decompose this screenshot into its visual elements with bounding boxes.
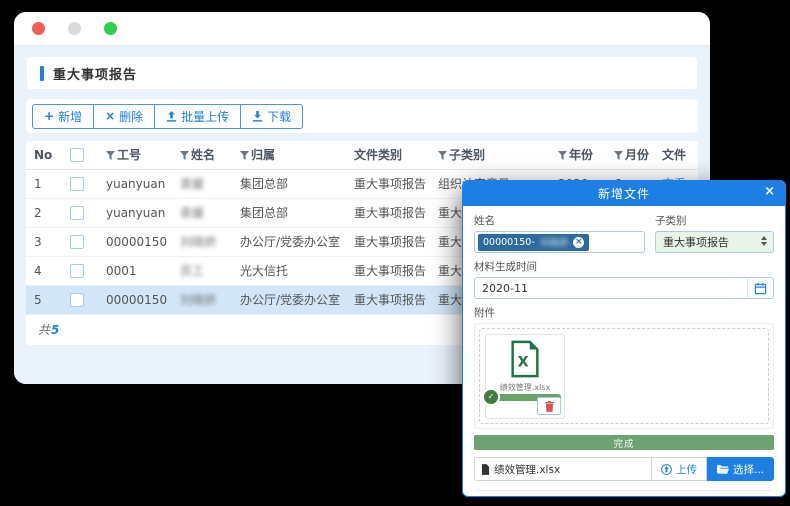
remove-tag-icon[interactable]: × — [573, 237, 584, 248]
choose-file-button[interactable]: 选择... — [707, 457, 774, 481]
modal-body: 姓名 00000150-刘晓娇 × 子类别 重大事项报告 材料生成时间 — [463, 206, 785, 497]
table-header-row: No 工号 姓名 归属 文件类别 子类别 年份 月份 文件 — [26, 141, 698, 169]
close-icon[interactable]: × — [764, 185, 776, 198]
modal-header[interactable]: 新增文件 × — [463, 181, 785, 206]
filter-icon — [614, 149, 623, 163]
toolbar-button-group: + 新增 × 删除 批量上传 下载 — [32, 104, 303, 129]
uploaded-file-card: X 绩效管理.xlsx (14.58 KB) ✓ — [485, 334, 565, 419]
document-icon — [481, 464, 490, 475]
col-month[interactable]: 月份 — [606, 141, 654, 169]
title-accent-bar — [40, 66, 44, 81]
check-badge-icon: ✓ — [484, 390, 498, 404]
delete-button[interactable]: × 删除 — [93, 104, 155, 129]
employee-name: 刘晓娇 — [180, 235, 216, 249]
add-button[interactable]: + 新增 — [32, 104, 94, 129]
window-titlebar — [14, 12, 710, 46]
subcategory-select[interactable]: 重大事项报告 — [655, 231, 774, 253]
col-emp-id[interactable]: 工号 — [98, 141, 172, 169]
download-icon — [252, 111, 263, 122]
name-input[interactable]: 00000150-刘晓娇 × — [474, 231, 645, 253]
name-field-label: 姓名 — [474, 213, 645, 228]
filter-icon — [438, 149, 447, 163]
modal-title: 新增文件 — [598, 185, 650, 202]
add-file-modal: 新增文件 × 姓名 00000150-刘晓娇 × 子类别 重大事项报告 — [462, 180, 786, 497]
attachment-field-label: 附件 — [474, 305, 774, 320]
col-name[interactable]: 姓名 — [172, 141, 232, 169]
svg-text:X: X — [518, 355, 529, 371]
upload-circle-icon — [661, 464, 672, 475]
col-subcategory[interactable]: 子类别 — [430, 141, 550, 169]
filter-icon — [106, 149, 115, 163]
download-button[interactable]: 下载 — [240, 104, 303, 129]
select-all-checkbox[interactable] — [70, 148, 84, 162]
upload-status-bar: 完成 — [474, 435, 774, 450]
filter-icon — [558, 149, 567, 163]
employee-name: 刘晓娇 — [180, 293, 216, 307]
page-title: 重大事项报告 — [53, 64, 137, 83]
toolbar: + 新增 × 删除 批量上传 下载 — [26, 99, 698, 133]
delete-file-button[interactable] — [537, 397, 561, 415]
time-field-label: 材料生成时间 — [474, 259, 774, 274]
file-picker-row: 绩效管理.xlsx 上传 选择... — [474, 457, 774, 481]
employee-name: 袁媛 — [180, 177, 204, 191]
col-org[interactable]: 归属 — [232, 141, 346, 169]
plus-icon: + — [44, 110, 54, 122]
row-checkbox[interactable] — [70, 235, 84, 249]
select-spinner-icon — [761, 236, 767, 246]
file-path-input[interactable]: 绩效管理.xlsx — [474, 457, 652, 481]
col-checkbox — [62, 141, 98, 169]
page-title-panel: 重大事项报告 — [26, 56, 698, 90]
filter-icon — [240, 149, 249, 163]
col-no: No — [26, 141, 62, 169]
time-input[interactable]: 2020-11 — [474, 277, 774, 299]
upload-file-button[interactable]: 上传 — [652, 457, 707, 481]
attachment-zone: X 绩效管理.xlsx (14.58 KB) ✓ — [474, 323, 774, 429]
subcategory-field-label: 子类别 — [655, 213, 774, 228]
trash-icon — [545, 401, 554, 412]
excel-file-icon: X — [486, 340, 564, 381]
modal-footer: 确定 ↺ 取消 — [474, 490, 774, 497]
row-checkbox[interactable] — [70, 264, 84, 278]
folder-open-icon — [717, 464, 729, 474]
traffic-light-zoom-icon[interactable] — [104, 22, 117, 35]
traffic-light-close-icon[interactable] — [32, 22, 45, 35]
employee-name: 员工 — [180, 264, 204, 278]
dropzone[interactable]: X 绩效管理.xlsx (14.58 KB) ✓ — [479, 328, 769, 424]
col-file: 文件 — [654, 141, 698, 169]
row-checkbox[interactable] — [70, 177, 84, 191]
col-year[interactable]: 年份 — [550, 141, 606, 169]
name-tag: 00000150-刘晓娇 × — [478, 234, 589, 251]
calendar-icon[interactable] — [747, 278, 773, 298]
employee-name: 袁媛 — [180, 206, 204, 220]
row-checkbox[interactable] — [70, 206, 84, 220]
row-checkbox[interactable] — [70, 293, 84, 307]
col-category: 文件类别 — [346, 141, 430, 169]
file-name: 绩效管理.xlsx — [486, 382, 564, 393]
batch-upload-button[interactable]: 批量上传 — [154, 104, 241, 129]
filter-icon — [180, 149, 189, 163]
upload-icon — [166, 111, 177, 122]
x-icon: × — [105, 110, 115, 122]
traffic-light-minimize-icon[interactable] — [68, 22, 81, 35]
